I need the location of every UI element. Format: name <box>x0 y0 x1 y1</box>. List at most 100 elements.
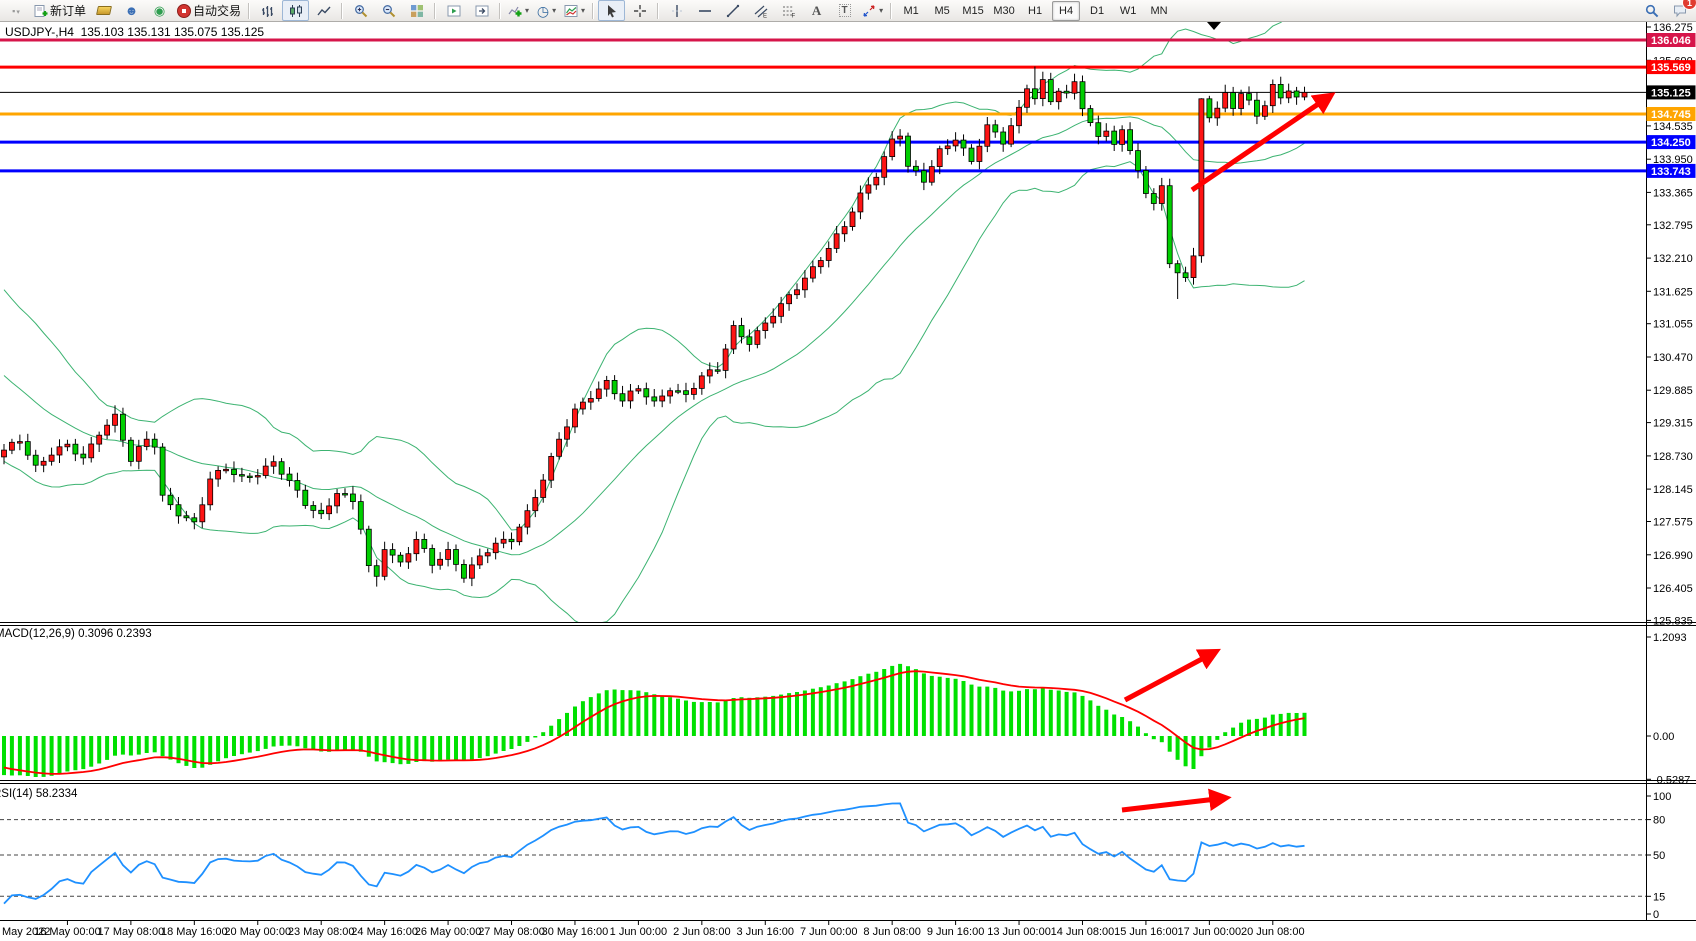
price-tag-134.745: 134.745 <box>1651 109 1691 121</box>
vline-button[interactable] <box>663 0 690 21</box>
shift-icon <box>475 4 489 18</box>
price-tick-label: 129.315 <box>1653 418 1693 430</box>
zoom-out-button[interactable] <box>375 0 402 21</box>
time-axis[interactable]: May 202216 May 00:0017 May 08:0018 May 1… <box>2 920 1305 938</box>
price-tick-label: 128.145 <box>1653 484 1693 496</box>
periods-button[interactable]: ◷▾ <box>533 0 560 21</box>
hammer-icon <box>97 6 111 15</box>
zoom-in-button[interactable] <box>347 0 374 21</box>
channel-button[interactable]: E <box>747 0 774 21</box>
price-tick-label: 130.470 <box>1653 352 1693 364</box>
svg-text:E: E <box>763 13 767 18</box>
chart-bars-button[interactable] <box>254 0 281 21</box>
time-tick-label: 24 May 16:00 <box>351 926 418 938</box>
time-tick-label: 15 Jun 16:00 <box>1114 926 1178 938</box>
price-tick-label: 129.885 <box>1653 385 1693 397</box>
rsi-tick-label: 80 <box>1653 815 1665 827</box>
hline-button[interactable] <box>691 0 718 21</box>
macd-indicator-label: MACD(12,26,9) 0.3096 0.2393 <box>0 628 152 640</box>
trendline-button[interactable] <box>719 0 746 21</box>
bollinger-upper-band[interactable] <box>4 22 1305 530</box>
time-tick-label: 9 Jun 16:00 <box>927 926 985 938</box>
new-order-button-label: 新订单 <box>50 2 86 19</box>
zoom-out-icon <box>382 4 396 18</box>
price-tick-label: 133.365 <box>1653 187 1693 199</box>
bars-icon <box>261 4 275 18</box>
price-tick-label: 126.990 <box>1653 550 1693 562</box>
chevron-down-icon: ▾ <box>581 6 585 15</box>
bollinger-middle-band[interactable] <box>4 117 1305 555</box>
macd-layer <box>2 664 1307 777</box>
arrows-icon <box>862 4 876 18</box>
svg-text:F: F <box>791 13 795 18</box>
macd-tick-label: -0.5287 <box>1653 774 1690 786</box>
time-tick-label: 16 May 00:00 <box>34 926 101 938</box>
templates-button[interactable]: ▾ <box>561 0 588 21</box>
hline-icon <box>698 4 712 18</box>
timeframe-button-m30[interactable]: M30 <box>990 1 1018 21</box>
chart-line-button[interactable] <box>310 0 337 21</box>
cursor-button[interactable] <box>598 0 625 21</box>
price-tick-label: 134.535 <box>1653 121 1693 133</box>
timeframe-button-h4[interactable]: H4 <box>1052 1 1080 21</box>
label-button[interactable]: T <box>831 0 858 21</box>
time-tick-label: 3 Jun 16:00 <box>737 926 795 938</box>
text-button[interactable]: A <box>803 0 830 21</box>
timeframe-button-m1[interactable]: M1 <box>897 1 925 21</box>
price-tick-label: 131.625 <box>1653 286 1693 298</box>
indicators-button[interactable]: ▾ <box>505 0 532 21</box>
marker-triangle[interactable] <box>1207 22 1221 30</box>
price-axis[interactable]: 136.275135.690134.535133.950133.365132.7… <box>1646 22 1693 921</box>
toolbar-grip: ▪▾ <box>3 0 30 21</box>
time-tick-label: 17 Jun 00:00 <box>1178 926 1242 938</box>
timeframe-button-mn[interactable]: MN <box>1145 1 1173 21</box>
rsi-tick-label: 50 <box>1653 850 1665 862</box>
fibonacci-button[interactable]: F <box>775 0 802 21</box>
hammer-icon-button[interactable] <box>90 0 117 21</box>
cursor-icon <box>605 4 619 18</box>
zoom-in-icon <box>354 4 368 18</box>
globe-icon: ◉ <box>154 4 165 17</box>
price-tick-label: 125.835 <box>1653 615 1693 627</box>
template-icon <box>564 4 578 18</box>
toolbar-separator <box>248 3 250 19</box>
autotrading-button[interactable]: 自动交易 <box>174 0 244 21</box>
timeframe-button-m15[interactable]: M15 <box>959 1 987 21</box>
time-tick-label: 30 May 16:00 <box>542 926 609 938</box>
time-tick-label: 27 May 08:00 <box>478 926 545 938</box>
auto-scroll-button[interactable] <box>468 0 495 21</box>
timeframe-button-w1[interactable]: W1 <box>1114 1 1142 21</box>
price-tag-134.250: 134.250 <box>1651 137 1691 149</box>
price-tag-133.743: 133.743 <box>1651 166 1691 178</box>
price-tag-135.569: 135.569 <box>1651 62 1691 74</box>
arrows-button[interactable]: ▾ <box>859 0 886 21</box>
toolbar-separator <box>434 3 436 19</box>
time-tick-label: 23 May 08:00 <box>288 926 355 938</box>
trend-arrow[interactable] <box>1125 652 1215 700</box>
new-order-icon <box>34 4 48 18</box>
macd-tick-label: 0.00 <box>1653 731 1674 743</box>
crosshair-button[interactable] <box>626 0 653 21</box>
line-icon <box>317 4 331 18</box>
toolbar-separator <box>341 3 343 19</box>
chevron-down-icon: ▾ <box>879 6 883 15</box>
timeframe-button-h1[interactable]: H1 <box>1021 1 1049 21</box>
tiles-icon <box>410 4 424 18</box>
chevron-down-icon: ▾ <box>525 6 529 15</box>
timeframe-button-m5[interactable]: M5 <box>928 1 956 21</box>
chat-button[interactable]: 1 <box>1666 0 1693 21</box>
tile-windows-button[interactable] <box>403 0 430 21</box>
community-button[interactable]: ◉ <box>146 0 173 21</box>
new-order-button[interactable]: 新订单 <box>31 0 89 21</box>
timeframe-button-d1[interactable]: D1 <box>1083 1 1111 21</box>
clock-icon: ◷ <box>537 4 549 18</box>
person-icon: ☻ <box>125 4 139 17</box>
trendline-icon <box>726 4 740 18</box>
chart-candles-button[interactable] <box>282 0 309 21</box>
trend-arrow[interactable] <box>1122 798 1225 810</box>
search-button[interactable] <box>1638 0 1665 21</box>
rsi-tick-label: 0 <box>1653 909 1659 921</box>
autotrading-icon <box>177 4 191 18</box>
profile-button[interactable] <box>440 0 467 21</box>
accounts-button[interactable]: ☻ <box>118 0 145 21</box>
